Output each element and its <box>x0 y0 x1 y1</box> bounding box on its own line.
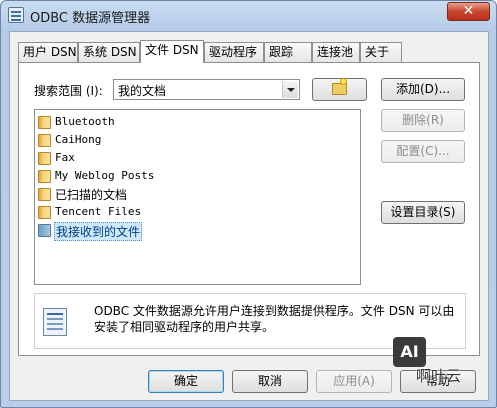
add-button[interactable]: 添加(D)... <box>381 78 465 101</box>
file-name: Tencent Files <box>55 205 142 218</box>
tab-system-dsn[interactable]: 系统 DSN <box>78 42 140 62</box>
cancel-button[interactable]: 取消 <box>232 370 308 393</box>
new-folder-icon <box>332 79 347 95</box>
folder-icon <box>38 206 51 219</box>
lookin-value: 我的文档 <box>118 84 167 98</box>
lookin-combo[interactable]: 我的文档 <box>113 79 300 100</box>
folder-icon <box>38 224 51 237</box>
chevron-down-icon[interactable] <box>282 81 298 98</box>
file-dsn-panel: 搜索范围 (I): 我的文档 Bluetooth CaiHong Fax My … <box>18 62 480 356</box>
file-name: Fax <box>55 151 75 164</box>
file-dsn-info-icon <box>43 308 67 336</box>
file-name: 已扫描的文档 <box>55 188 128 202</box>
folder-icon <box>38 188 51 201</box>
close-button[interactable]: ✕ <box>447 2 490 21</box>
configure-button[interactable]: 配置(C)... <box>381 140 465 163</box>
file-name: Bluetooth <box>55 115 115 128</box>
set-directory-button[interactable]: 设置目录(S) <box>381 201 465 224</box>
lookin-label: 搜索范围 (I): <box>34 84 103 98</box>
new-folder-button[interactable] <box>312 78 367 101</box>
file-name: 我接收到的文件 <box>54 222 143 241</box>
tab-drivers[interactable]: 驱动程序 <box>204 42 264 62</box>
title-bar[interactable]: ODBC 数据源管理器 ✕ <box>1 1 496 29</box>
window-title: ODBC 数据源管理器 <box>30 11 151 26</box>
folder-icon <box>38 134 51 147</box>
tab-user-dsn[interactable]: 用户 DSN <box>18 42 78 62</box>
tab-about[interactable]: 关于 <box>360 42 402 62</box>
folder-icon <box>38 152 51 165</box>
tab-file-dsn[interactable]: 文件 DSN <box>140 40 204 63</box>
tab-tracing[interactable]: 跟踪 <box>264 42 312 62</box>
folder-icon <box>38 116 51 129</box>
watermark-logo: AI <box>393 337 426 367</box>
info-text: ODBC 文件数据源允许用户连接到数据提供程序。文件 DSN 可以由安装了相同驱… <box>94 304 455 334</box>
file-name: CaiHong <box>55 133 102 146</box>
watermark-text: 啊叶云 <box>416 367 462 385</box>
ok-button[interactable]: 确定 <box>148 370 224 393</box>
tab-connection-pooling[interactable]: 连接池 <box>312 42 360 62</box>
apply-button[interactable]: 应用(A) <box>316 370 392 393</box>
folder-icon <box>38 170 51 183</box>
odbc-app-icon <box>8 7 24 23</box>
remove-button[interactable]: 删除(R) <box>381 109 465 132</box>
file-list[interactable]: Bluetooth CaiHong Fax My Weblog Posts 已扫… <box>34 109 361 285</box>
file-name: My Weblog Posts <box>55 169 155 182</box>
odbc-window: ODBC 数据源管理器 ✕ 用户 DSN 系统 DSN 文件 DSN 驱动程序 … <box>0 0 497 408</box>
